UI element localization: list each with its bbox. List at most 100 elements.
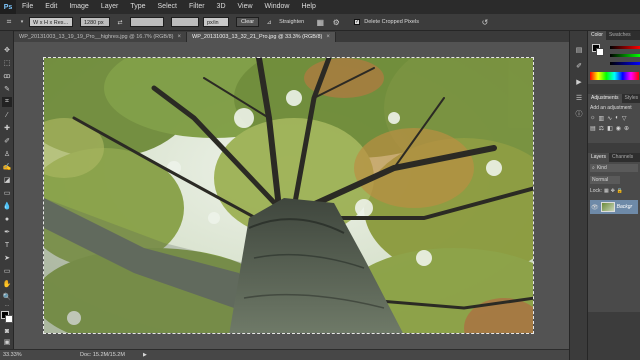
menu-help[interactable]: Help [295, 0, 321, 14]
exposure-icon[interactable]: ◐ [615, 115, 619, 122]
crop-tool-icon[interactable]: ⌗ [2, 97, 12, 107]
straighten-icon[interactable]: ⊿ [263, 17, 275, 28]
bg-color-chip[interactable] [596, 48, 604, 56]
status-menu-icon[interactable]: ▶ [143, 352, 147, 358]
tab-layers[interactable]: Layers [588, 153, 610, 162]
layer-kind-filter[interactable]: ⌕ Kind [590, 164, 638, 172]
eyedropper-tool-icon[interactable]: ⁄ [2, 110, 12, 120]
menu-3d[interactable]: 3D [211, 0, 232, 14]
marquee-tool-icon[interactable]: ⬚ [2, 58, 12, 68]
pen-tool-icon[interactable]: ✒ [2, 227, 12, 237]
tree-photo[interactable] [43, 57, 534, 334]
tab-document-1[interactable]: WP_20131003_13_19_19_Pro__highres.jpg @ … [14, 32, 188, 42]
color-balance-icon[interactable]: ⚖ [599, 125, 604, 132]
levels-icon[interactable]: ▥ [599, 115, 605, 122]
width-input[interactable]: 1280 px [80, 17, 110, 27]
straighten-label[interactable]: Straighten [279, 19, 304, 25]
blend-mode-select[interactable]: Normal [590, 176, 620, 184]
blur-tool-icon[interactable]: 💧 [2, 201, 12, 211]
info-icon[interactable]: ⓘ [574, 109, 584, 119]
height-input[interactable] [130, 17, 164, 27]
tab-document-2[interactable]: WP_20131003_13_32_21_Pro.jpg @ 33.3% (RG… [187, 32, 336, 42]
color-slider-r[interactable] [610, 46, 640, 49]
hue-saturation-icon[interactable]: ▤ [590, 125, 596, 132]
kind-label: Kind [596, 165, 607, 171]
tab-adjustments[interactable]: Adjustments [588, 94, 622, 103]
canvas-area[interactable] [14, 42, 569, 349]
gradient-tool-icon[interactable]: ▭ [2, 188, 12, 198]
resolution-input[interactable] [171, 17, 199, 27]
color-spectrum[interactable] [590, 72, 639, 80]
menu-view[interactable]: View [232, 0, 259, 14]
chevron-down-icon[interactable]: ▾ [19, 17, 25, 28]
type-tool-icon[interactable]: T [2, 240, 12, 250]
layer-row-background[interactable]: 👁 Backgr [590, 200, 638, 214]
crop-tool-icon[interactable]: ⌗ [3, 17, 15, 28]
tab-channels[interactable]: Channels [609, 153, 636, 162]
menu-window[interactable]: Window [259, 0, 296, 14]
quick-select-tool-icon[interactable]: ✎ [2, 84, 12, 94]
gear-icon[interactable]: ⚙ [330, 17, 342, 28]
close-icon[interactable]: × [326, 32, 330, 42]
menu-filter[interactable]: Filter [183, 0, 211, 14]
channel-mixer-icon[interactable]: ⊕ [624, 125, 629, 132]
tab-color[interactable]: Color [588, 31, 606, 40]
reset-icon[interactable]: ↺ [479, 17, 491, 28]
curves-icon[interactable]: ∿ [607, 115, 612, 122]
move-tool-icon[interactable]: ✥ [2, 45, 12, 55]
zoom-level[interactable]: 33.33% [0, 352, 30, 358]
clear-button[interactable]: Clear [236, 17, 260, 27]
swap-icon[interactable]: ⇄ [114, 17, 126, 28]
dodge-tool-icon[interactable]: ● [2, 214, 12, 224]
menu-image[interactable]: Image [63, 0, 94, 14]
tools-panel: ✥ ⬚ ꝏ ✎ ⌗ ⁄ ✚ ✐ ♙ ✍ ◪ ▭ 💧 ● ✒ T ➤ ▭ ✋ 🔍 … [0, 31, 14, 349]
brush-tool-icon[interactable]: ✐ [2, 136, 12, 146]
background-color-swatch[interactable] [5, 315, 13, 323]
path-select-tool-icon[interactable]: ➤ [2, 253, 12, 263]
ratio-select[interactable]: W x H x Res... [29, 17, 73, 27]
visibility-eye-icon[interactable]: 👁 [591, 204, 599, 211]
layer-name[interactable]: Backgr [617, 204, 633, 210]
menu-layer[interactable]: Layer [95, 0, 125, 14]
lock-row: Lock: ▦ ✥ 🔒 [590, 188, 638, 194]
photo-filter-icon[interactable]: ◉ [616, 125, 621, 132]
color-slider-b[interactable] [610, 62, 640, 65]
more-tools-icon[interactable]: ··· [2, 301, 12, 311]
history-brush-tool-icon[interactable]: ✍ [2, 162, 12, 172]
quick-mask-icon[interactable]: ◙ [2, 326, 12, 336]
layers-panel-tabs: Layers Channels [588, 153, 640, 162]
black-white-icon[interactable]: ◧ [607, 125, 613, 132]
lasso-tool-icon[interactable]: ꝏ [2, 71, 12, 81]
menu-file[interactable]: File [16, 0, 39, 14]
unit-select[interactable]: px/in [203, 17, 229, 27]
healing-tool-icon[interactable]: ✚ [2, 123, 12, 133]
shape-tool-icon[interactable]: ▭ [2, 266, 12, 276]
play-actions-icon[interactable]: ▶ [574, 77, 584, 87]
screen-mode-icon[interactable]: ▣ [2, 337, 12, 347]
close-icon[interactable]: × [178, 32, 182, 42]
hand-tool-icon[interactable]: ✋ [2, 279, 12, 289]
search-icon: ⌕ [592, 165, 595, 171]
properties-icon[interactable]: ☰ [574, 93, 584, 103]
tab-swatches[interactable]: Swatches [606, 31, 634, 40]
menu-type[interactable]: Type [124, 0, 151, 14]
lock-position-icon[interactable]: ✥ [611, 188, 615, 194]
color-panel [588, 40, 640, 84]
menu-edit[interactable]: Edit [39, 0, 63, 14]
brush-presets-icon[interactable]: ✐ [574, 61, 584, 71]
brightness-icon[interactable]: ☼ [590, 115, 596, 122]
history-icon[interactable]: ▤ [574, 45, 584, 55]
lock-pixels-icon[interactable]: ▦ [604, 188, 609, 194]
vibrance-icon[interactable]: ▽ [622, 115, 627, 122]
lock-all-icon[interactable]: 🔒 [617, 188, 623, 194]
doc-size: Doc: 15.2M/15.2M [80, 352, 125, 358]
color-slider-g[interactable] [610, 54, 640, 57]
tab-styles[interactable]: Styles [622, 94, 640, 103]
tab-label: WP_20131003_13_19_19_Pro__highres.jpg @ … [19, 34, 174, 40]
eraser-tool-icon[interactable]: ◪ [2, 175, 12, 185]
menu-select[interactable]: Select [152, 0, 183, 14]
tab-label: WP_20131003_13_32_21_Pro.jpg @ 33.3% (RG… [192, 34, 323, 40]
clone-stamp-tool-icon[interactable]: ♙ [2, 149, 12, 159]
delete-cropped-checkbox[interactable]: ✓ [354, 19, 361, 25]
grid-overlay-icon[interactable]: ▦ [314, 17, 326, 28]
